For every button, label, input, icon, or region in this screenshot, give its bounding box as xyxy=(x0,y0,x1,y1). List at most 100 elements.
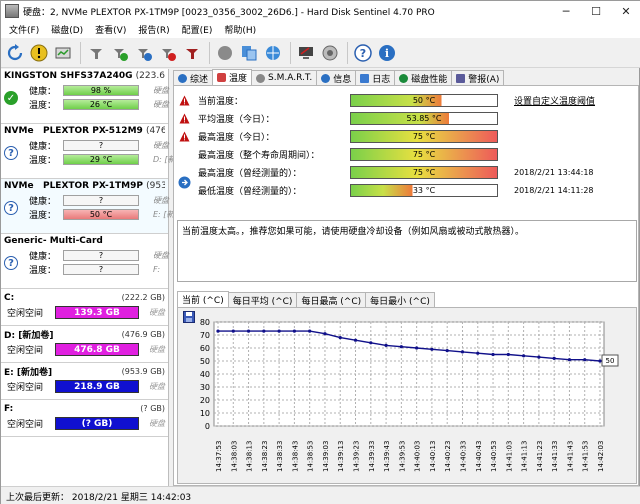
disk-item-kingston[interactable]: KINGSTON SHFS37A240G (223.6 G ✓ 健康： 98 % 硬… xyxy=(1,69,169,124)
chart-tab-daily-min[interactable]: 每日最小 (^C) xyxy=(365,292,435,307)
disk-report-icon[interactable] xyxy=(52,42,74,64)
chart-point xyxy=(522,354,526,358)
disk-title: KINGSTON SHFS37A240G (223.6 G xyxy=(4,71,165,83)
free-space-label: 空闲空间 xyxy=(7,382,44,393)
health-label: 健康： xyxy=(29,86,57,97)
disk-item-multicard[interactable]: Generic- Multi-Card ? 健康：? 硬盘 温度：? F: xyxy=(1,234,169,289)
chart-x-tick: 14:42:03 xyxy=(597,441,605,472)
chart-tab-daily-max[interactable]: 每日最高 (^C) xyxy=(296,292,367,307)
tool-icon[interactable] xyxy=(85,42,107,64)
chart-x-tick: 14:40:23 xyxy=(444,441,452,472)
temp-row-label: 当前温度： xyxy=(198,97,244,107)
chart-x-tick: 14:38:53 xyxy=(307,441,315,472)
volume-item-c[interactable]: C: (222.2 GB) 空闲空间 139.3 GB 硬盘 xyxy=(1,289,168,326)
free-space-bar: 218.9 GB xyxy=(55,379,139,393)
info-icon xyxy=(178,73,187,83)
tab-label: S.M.A.R.T. xyxy=(268,73,313,83)
maximize-button[interactable]: ☐ xyxy=(581,1,611,21)
chart-point xyxy=(262,329,266,333)
temp-row-label: 最低温度（曾经测量的）： xyxy=(198,187,302,197)
warning-icon[interactable] xyxy=(28,42,50,64)
chart-point xyxy=(384,343,388,347)
warning-icon xyxy=(179,95,190,106)
chart-point xyxy=(460,350,465,354)
info-icon[interactable]: i xyxy=(376,42,398,64)
chart-x-tick: 14:40:33 xyxy=(459,441,467,472)
chart-point xyxy=(491,352,495,357)
disk-item-plextor-512[interactable]: NVMe PLEXTOR PX-512M9 (476.9 ? 健康：? 硬盘 温度… xyxy=(1,124,176,179)
chart-point xyxy=(537,355,541,359)
chart-x-tick: 14:39:03 xyxy=(322,441,330,472)
volume-total: (476.9 GB) xyxy=(121,330,165,339)
tab-smart[interactable]: S.M.A.R.T. xyxy=(251,70,318,85)
chart-x-tick: 14:38:33 xyxy=(276,441,284,472)
tab-label: 信息 xyxy=(333,74,352,85)
temp-label: 温度： xyxy=(29,100,57,111)
tab-alerts[interactable]: 警报(A) xyxy=(451,70,505,85)
chart-tab-current[interactable]: 当前 (^C) xyxy=(177,291,229,307)
tab-log[interactable]: 日志 xyxy=(355,70,396,85)
disk-item-plextor-1t[interactable]: NVMe PLEXTOR PX-1TM9P (953.9 ? 健康：? 硬盘 温度… xyxy=(1,179,174,234)
tab-info[interactable]: 信息 xyxy=(316,70,357,85)
menu-config[interactable]: 配置(E) xyxy=(176,23,219,36)
menu-help[interactable]: 帮助(H) xyxy=(218,23,262,36)
volume-item-f[interactable]: F: (? GB) 空闲空间 (? GB) 硬盘 xyxy=(1,400,168,437)
app-icon xyxy=(5,4,19,18)
menu-view[interactable]: 查看(V) xyxy=(89,23,132,36)
disk-type: NVMe xyxy=(4,126,34,136)
tab-overview[interactable]: 综述 xyxy=(173,70,214,85)
menu-disk[interactable]: 磁盘(D) xyxy=(45,23,89,36)
help-icon[interactable]: ? xyxy=(352,42,374,64)
chart-x-tick: 14:39:13 xyxy=(337,441,345,472)
monitor-icon[interactable] xyxy=(295,42,317,64)
tool-alert-icon[interactable] xyxy=(157,42,179,64)
volume-total: (953.9 GB) xyxy=(121,367,165,376)
tab-temperature[interactable]: 温度 xyxy=(212,69,253,85)
volume-item-d[interactable]: D: [新加卷] (476.9 GB) 空闲空间 476.8 GB 硬盘 xyxy=(1,326,168,363)
disk-title: Generic- Multi-Card xyxy=(4,236,165,248)
temperature-chart: 0 10 20 30 40 50 60 70 80 14:37:53 14:38:03 14:38:1… xyxy=(200,318,619,472)
chart-tab-daily-avg[interactable]: 每日平均 (^C) xyxy=(227,292,298,307)
speaker-icon[interactable] xyxy=(319,42,341,64)
menu-report[interactable]: 报告(R) xyxy=(132,23,175,36)
minimize-button[interactable]: ─ xyxy=(551,1,581,21)
disk-title: NVMe PLEXTOR PX-512M9 (476.9 xyxy=(4,126,165,138)
copy-disk-icon[interactable] xyxy=(238,42,260,64)
disk-capacity: (953.9 xyxy=(146,181,165,191)
tool-shield-icon[interactable] xyxy=(133,42,155,64)
tab-label: 综述 xyxy=(190,74,209,85)
chart-x-tick: 14:41:53 xyxy=(582,441,590,472)
tab-performance[interactable]: 磁盘性能 xyxy=(394,70,453,85)
menu-file[interactable]: 文件(F) xyxy=(3,23,45,36)
chart-point xyxy=(583,358,587,362)
chart-point xyxy=(308,329,312,333)
free-space-label: 空闲空间 xyxy=(7,308,44,319)
disk-model: Generic- Multi-Card xyxy=(4,236,103,246)
tool-red-icon[interactable] xyxy=(181,42,203,64)
custom-threshold-link[interactable]: 设置自定义温度阈值 xyxy=(514,94,595,107)
chart-point xyxy=(338,336,342,340)
temp-bar: ? xyxy=(63,263,139,275)
tool-check-icon[interactable] xyxy=(109,42,131,64)
health-bar: ? xyxy=(63,194,139,206)
close-button[interactable]: ✕ xyxy=(611,1,640,21)
chart-y-tick: 20 xyxy=(200,396,210,405)
network-icon[interactable] xyxy=(262,42,284,64)
tab-label: 日志 xyxy=(372,74,391,85)
save-icon[interactable] xyxy=(183,311,195,323)
chart-x-tick: 14:40:43 xyxy=(475,441,483,472)
chart-y-tick: 10 xyxy=(200,409,210,418)
status-bar: 上次最后更新： 2018/2/21 星期三 14:42:03 xyxy=(1,486,640,504)
disk-gray-icon[interactable] xyxy=(214,42,236,64)
temp-value-bar: 75 °C xyxy=(350,166,498,179)
disk-title: NVMe PLEXTOR PX-1TM9P (953.9 xyxy=(4,181,165,193)
temp-bar: 26 °C xyxy=(63,98,139,110)
refresh-icon[interactable] xyxy=(4,42,26,64)
chart-x-tick: 14:41:23 xyxy=(536,441,544,472)
recommendation-text: 当前温度太高。，推荐您如果可能，请使用硬盘冷却设备（例如风扇或被动式散热器）。 xyxy=(177,220,637,282)
disk-capacity: (223.6 G xyxy=(135,71,165,81)
volume-item-e[interactable]: E: [新加卷] (953.9 GB) 空闲空间 218.9 GB 硬盘 xyxy=(1,363,168,400)
health-bar: ? xyxy=(63,139,139,151)
chart-x-tick: 14:40:03 xyxy=(414,441,422,472)
disk-tail: 硬盘 xyxy=(153,140,169,150)
